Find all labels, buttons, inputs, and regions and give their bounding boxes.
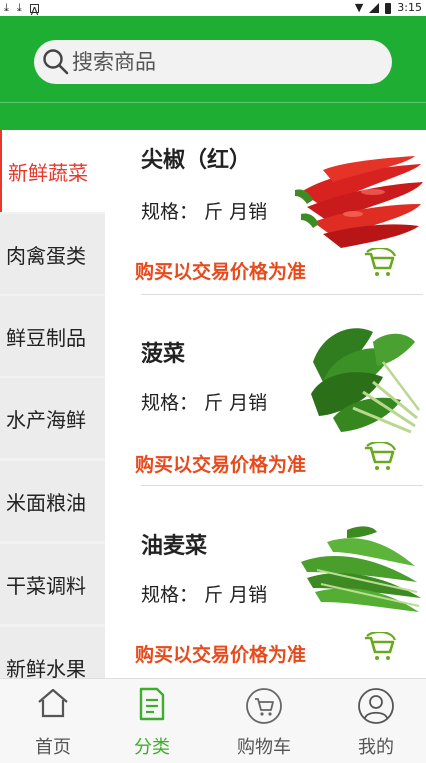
- tab-mine[interactable]: 我的: [323, 679, 426, 763]
- bottom-tab-bar: 首页 分类 购物车 我的: [0, 678, 426, 763]
- battery-icon: [385, 2, 392, 14]
- indian-lettuce-image: [297, 522, 423, 618]
- search-bar[interactable]: [34, 40, 392, 84]
- category-label: 水产海鲜: [6, 407, 86, 432]
- category-label: 干菜调料: [6, 573, 86, 598]
- product-card[interactable]: 尖椒（红） 规格： 斤 月销 购买以交易价格为准: [105, 130, 426, 320]
- product-card[interactable]: 菠菜 规格： 斤 月销 购买以交易价格为准: [105, 320, 426, 510]
- product-name: 油麦菜: [141, 534, 208, 559]
- status-bar: ⤓ ⤓ A ▼ 3:15: [0, 0, 426, 18]
- category-item-meat-poultry-eggs[interactable]: 肉禽蛋类: [0, 214, 105, 294]
- product-spec: 规格： 斤 月销: [141, 201, 268, 223]
- product-list: 尖椒（红） 规格： 斤 月销 购买以交易价格为准 菠菜 规格： 斤 月销 购买以…: [105, 130, 426, 678]
- download-icon: ⤓: [4, 1, 9, 14]
- category-label: 鲜豆制品: [6, 325, 86, 350]
- product-price-note: 购买以交易价格为准: [135, 644, 307, 666]
- item-divider: [141, 485, 423, 486]
- product-card[interactable]: 油麦菜 规格： 斤 月销 购买以交易价格为准: [105, 512, 426, 678]
- wifi-icon: ▼: [354, 1, 364, 14]
- header: [0, 16, 426, 102]
- category-icon: [139, 687, 165, 721]
- category-item-seafood[interactable]: 水产海鲜: [0, 378, 105, 458]
- add-to-cart-icon[interactable]: [363, 442, 397, 472]
- product-name: 尖椒（红）: [141, 148, 252, 173]
- tab-home[interactable]: 首页: [0, 679, 106, 763]
- category-item-grain-oil[interactable]: 米面粮油: [0, 461, 105, 541]
- category-label: 新鲜水果: [6, 656, 86, 679]
- header-strip: [0, 102, 426, 130]
- search-icon: [43, 49, 69, 75]
- tab-category[interactable]: 分类: [99, 679, 205, 763]
- a-box-icon: A: [29, 3, 39, 18]
- signal-icon: [369, 3, 380, 13]
- spinach-image: [303, 322, 423, 444]
- tab-label: 首页: [35, 737, 71, 758]
- search-input[interactable]: [72, 50, 372, 74]
- red-chili-peppers-image: [293, 152, 423, 252]
- download-icon: ⤓: [16, 1, 22, 14]
- cart-icon: [246, 688, 282, 724]
- product-spec: 规格： 斤 月销: [141, 584, 268, 606]
- tab-label: 购物车: [237, 737, 291, 758]
- category-item-fruit[interactable]: 新鲜水果: [0, 627, 105, 678]
- category-item-vegetables[interactable]: 新鲜蔬菜: [0, 130, 105, 212]
- category-label: 肉禽蛋类: [6, 243, 86, 268]
- add-to-cart-icon[interactable]: [363, 248, 397, 278]
- category-sidebar: 新鲜蔬菜 肉禽蛋类 鲜豆制品 水产海鲜 米面粮油 干菜调料 新鲜水果: [0, 130, 105, 678]
- tab-cart[interactable]: 购物车: [211, 679, 317, 763]
- status-time: 3:15: [397, 1, 422, 14]
- product-price-note: 购买以交易价格为准: [135, 261, 307, 283]
- user-icon: [358, 688, 394, 724]
- product-name: 菠菜: [141, 342, 186, 367]
- tab-label: 分类: [134, 737, 170, 758]
- home-icon: [38, 688, 68, 718]
- category-label: 新鲜蔬菜: [8, 160, 88, 185]
- item-divider: [141, 294, 423, 295]
- category-item-dried-seasoning[interactable]: 干菜调料: [0, 544, 105, 624]
- category-item-bean-products[interactable]: 鲜豆制品: [0, 296, 105, 376]
- category-label: 米面粮油: [6, 490, 86, 515]
- product-spec: 规格： 斤 月销: [141, 392, 268, 414]
- product-price-note: 购买以交易价格为准: [135, 454, 307, 476]
- add-to-cart-icon[interactable]: [363, 632, 397, 662]
- tab-label: 我的: [358, 737, 394, 758]
